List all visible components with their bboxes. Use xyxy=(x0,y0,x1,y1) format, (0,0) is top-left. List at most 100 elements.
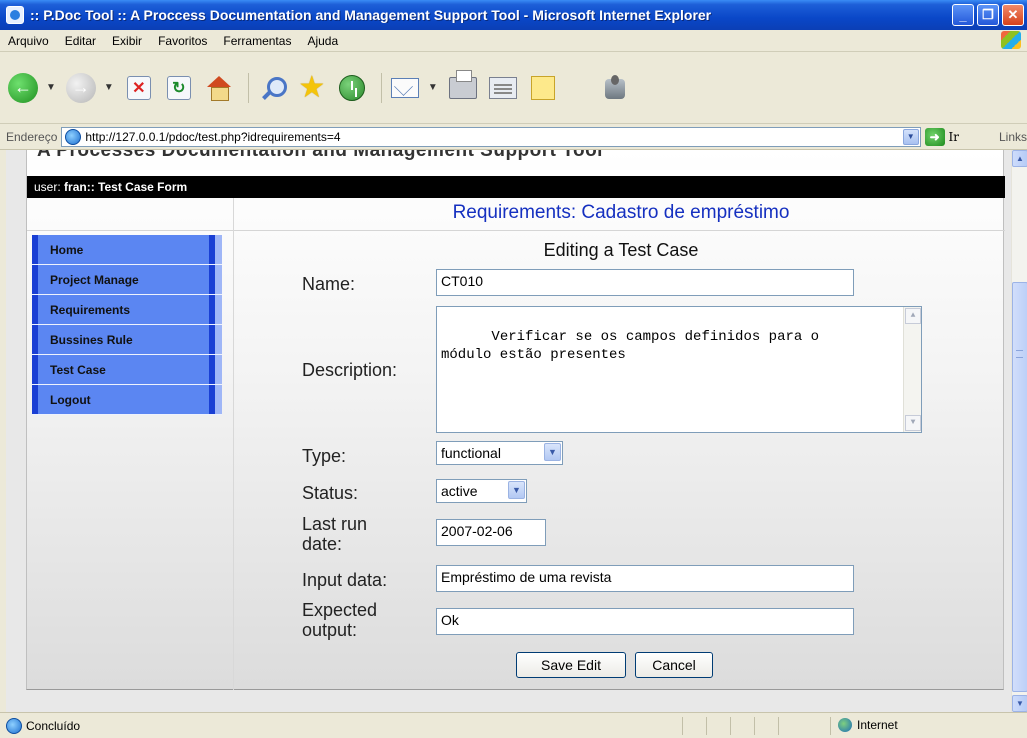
refresh-icon: ↻ xyxy=(166,75,191,100)
page-icon xyxy=(65,128,82,145)
expected-output-label: Expected output: xyxy=(302,600,378,640)
form-heading: Editing a Test Case xyxy=(543,240,699,260)
links-label[interactable]: Links xyxy=(999,130,1027,144)
close-button[interactable]: ✕ xyxy=(1002,4,1024,26)
print-button[interactable] xyxy=(446,69,480,105)
address-label: Endereço xyxy=(6,129,58,144)
minimize-button[interactable]: _ xyxy=(952,4,974,26)
search-button[interactable] xyxy=(255,71,289,105)
window-title: :: P.Doc Tool :: A Proccess Documentatio… xyxy=(30,7,712,23)
chevron-down-icon[interactable]: ▼ xyxy=(544,443,561,461)
user-name: fran xyxy=(64,180,87,194)
history-icon xyxy=(338,74,365,101)
go-button[interactable]: ➜ xyxy=(924,127,945,146)
history-button[interactable] xyxy=(335,71,369,105)
address-dropdown-icon[interactable]: ▼ xyxy=(902,128,919,145)
search-icon xyxy=(259,75,287,101)
go-label[interactable]: Ir xyxy=(949,130,959,144)
forward-dropdown-icon[interactable]: ▼ xyxy=(104,82,114,93)
menu-bar: Arquivo Editar Exibir Favoritos Ferramen… xyxy=(0,30,1027,52)
sidebar-item-requirements[interactable]: Requirements xyxy=(32,295,222,325)
type-label: Type: xyxy=(302,446,347,466)
sidebar-nav: Home Project Manage Requirements Bussine… xyxy=(32,235,222,415)
back-dropdown-icon[interactable]: ▼ xyxy=(46,82,56,93)
menu-ferramentas[interactable]: Ferramentas xyxy=(215,34,299,48)
address-url: http://127.0.0.1/pdoc/test.php?idrequire… xyxy=(85,129,341,144)
forward-button[interactable]: → xyxy=(64,71,98,105)
mail-dropdown-icon[interactable]: ▼ xyxy=(428,82,438,93)
home-icon xyxy=(206,75,232,101)
page-status-icon xyxy=(6,717,22,734)
site-header: A Processes Documentation and Management… xyxy=(37,150,603,161)
menu-editar[interactable]: Editar xyxy=(57,34,104,48)
last-run-date-label: Last run date: xyxy=(302,514,368,554)
window-title-bar: :: P.Doc Tool :: A Proccess Documentatio… xyxy=(0,0,1027,30)
internet-globe-icon xyxy=(838,718,852,732)
status-select[interactable]: active ▼ xyxy=(436,479,527,503)
mail-button[interactable] xyxy=(388,71,422,105)
scrollbar-grip-icon xyxy=(1016,350,1023,358)
cancel-button[interactable]: Cancel xyxy=(635,652,713,678)
toolbar: ← ▼ → ▼ ✕ ↻ ★ ▼ xyxy=(0,52,1027,124)
edit-document-icon xyxy=(488,76,517,99)
zone-label: Internet xyxy=(857,718,898,732)
menu-ajuda[interactable]: Ajuda xyxy=(299,34,346,48)
status-value: active xyxy=(441,483,478,499)
description-scrollbar[interactable]: ▲ ▼ xyxy=(903,307,921,432)
user-prefix: user: xyxy=(34,180,61,194)
name-label: Name: xyxy=(302,274,356,294)
mail-icon xyxy=(390,77,419,98)
address-bar: Endereço http://127.0.0.1/pdoc/test.php?… xyxy=(0,124,1027,150)
address-input[interactable]: http://127.0.0.1/pdoc/test.php?idrequire… xyxy=(61,126,921,147)
page-scrollbar[interactable]: ▲ ▼ xyxy=(1011,150,1027,712)
description-textarea[interactable]: Verificar se os campos definidos para o … xyxy=(436,306,922,433)
messenger-button[interactable] xyxy=(566,71,625,105)
menu-favoritos[interactable]: Favoritos xyxy=(150,34,215,48)
maximize-button[interactable]: ❐ xyxy=(977,4,999,26)
menu-arquivo[interactable]: Arquivo xyxy=(0,34,57,48)
scroll-up-icon[interactable]: ▲ xyxy=(1012,150,1027,167)
sidebar-item-logout[interactable]: Logout xyxy=(32,385,222,415)
sidebar-item-home[interactable]: Home xyxy=(32,235,222,265)
type-select[interactable]: functional ▼ xyxy=(436,441,563,465)
description-label: Description: xyxy=(302,360,398,380)
sidebar-item-project-manage[interactable]: Project Manage xyxy=(32,265,222,295)
printer-icon xyxy=(448,69,477,99)
user-bar: user: fran :: Test Case Form xyxy=(27,176,1005,198)
scroll-up-icon[interactable]: ▲ xyxy=(905,308,921,324)
notes-button[interactable] xyxy=(526,71,560,105)
stop-button[interactable]: ✕ xyxy=(122,71,156,105)
description-text: Verificar se os campos definidos para o … xyxy=(441,329,820,363)
back-arrow-icon: ← xyxy=(8,72,38,103)
scroll-down-icon[interactable]: ▼ xyxy=(1012,695,1027,712)
refresh-button[interactable]: ↻ xyxy=(162,71,196,105)
edit-button[interactable] xyxy=(486,71,520,105)
browser-viewport: A Processes Documentation and Management… xyxy=(6,150,1011,712)
expected-output-input[interactable]: Ok xyxy=(436,608,854,635)
stop-icon: ✕ xyxy=(126,75,151,100)
home-button[interactable] xyxy=(202,71,236,105)
forward-arrow-icon: → xyxy=(65,72,96,103)
menu-exibir[interactable]: Exibir xyxy=(104,34,150,48)
sidebar-item-bussines-rule[interactable]: Bussines Rule xyxy=(32,325,222,355)
status-label: Status: xyxy=(302,483,359,503)
type-value: functional xyxy=(441,445,501,461)
scrollbar-thumb[interactable] xyxy=(1012,282,1027,692)
ie-app-icon xyxy=(6,6,24,24)
requirement-title: Requirements: Cadastro de empréstimo xyxy=(452,202,790,223)
name-input[interactable]: CT010 xyxy=(436,269,854,296)
security-zone: Internet xyxy=(838,718,898,732)
back-button[interactable]: ← xyxy=(6,71,40,105)
chevron-down-icon[interactable]: ▼ xyxy=(508,481,525,499)
scroll-down-icon[interactable]: ▼ xyxy=(905,415,921,431)
user-section: :: Test Case Form xyxy=(86,180,188,194)
save-edit-button[interactable]: Save Edit xyxy=(516,652,626,678)
favorites-button[interactable]: ★ xyxy=(295,71,329,105)
last-run-date-input[interactable]: 2007-02-06 xyxy=(436,519,546,546)
status-bar: Concluído Internet xyxy=(0,712,1027,738)
input-data-input[interactable]: Empréstimo de uma revista xyxy=(436,565,854,592)
page-container: A Processes Documentation and Management… xyxy=(26,150,1005,690)
sidebar-item-test-case[interactable]: Test Case xyxy=(32,355,222,385)
favorites-star-icon: ★ xyxy=(298,70,326,104)
status-text: Concluído xyxy=(26,718,81,733)
